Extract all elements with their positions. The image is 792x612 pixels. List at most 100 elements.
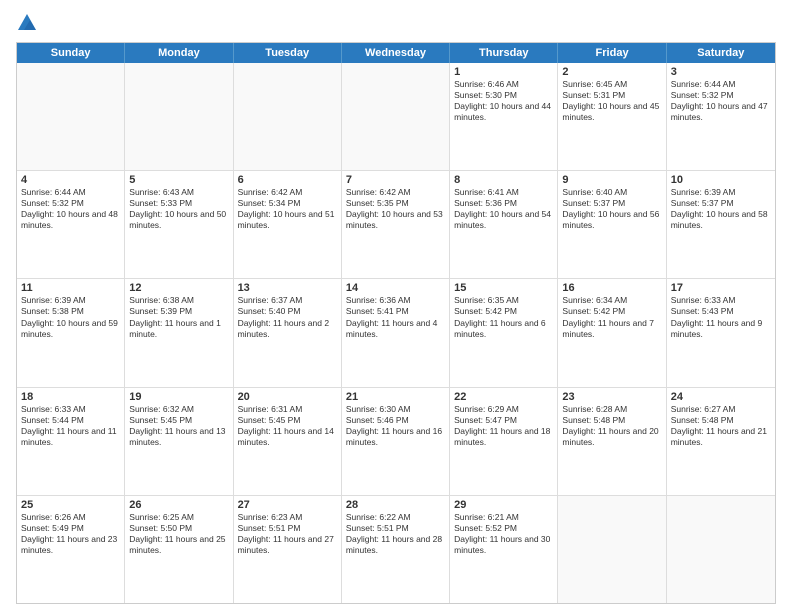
day-number: 15	[454, 282, 553, 294]
cell-sunrise-sunset: Sunrise: 6:39 AMSunset: 5:37 PMDaylight:…	[671, 187, 771, 231]
cal-cell-day-28: 28Sunrise: 6:22 AMSunset: 5:51 PMDayligh…	[342, 496, 450, 603]
weekday-header-monday: Monday	[125, 43, 233, 63]
cal-cell-day-7: 7Sunrise: 6:42 AMSunset: 5:35 PMDaylight…	[342, 171, 450, 278]
cal-cell-day-19: 19Sunrise: 6:32 AMSunset: 5:45 PMDayligh…	[125, 388, 233, 495]
day-number: 23	[562, 391, 661, 403]
day-number: 4	[21, 174, 120, 186]
cal-cell-day-10: 10Sunrise: 6:39 AMSunset: 5:37 PMDayligh…	[667, 171, 775, 278]
day-number: 14	[346, 282, 445, 294]
cell-sunrise-sunset: Sunrise: 6:21 AMSunset: 5:52 PMDaylight:…	[454, 512, 553, 556]
cal-cell-day-25: 25Sunrise: 6:26 AMSunset: 5:49 PMDayligh…	[17, 496, 125, 603]
cal-cell-day-6: 6Sunrise: 6:42 AMSunset: 5:34 PMDaylight…	[234, 171, 342, 278]
cal-cell-day-27: 27Sunrise: 6:23 AMSunset: 5:51 PMDayligh…	[234, 496, 342, 603]
calendar-week-4: 18Sunrise: 6:33 AMSunset: 5:44 PMDayligh…	[17, 387, 775, 495]
cal-cell-day-20: 20Sunrise: 6:31 AMSunset: 5:45 PMDayligh…	[234, 388, 342, 495]
day-number: 25	[21, 499, 120, 511]
cal-cell-day-23: 23Sunrise: 6:28 AMSunset: 5:48 PMDayligh…	[558, 388, 666, 495]
calendar-week-5: 25Sunrise: 6:26 AMSunset: 5:49 PMDayligh…	[17, 495, 775, 603]
cell-sunrise-sunset: Sunrise: 6:31 AMSunset: 5:45 PMDaylight:…	[238, 404, 337, 448]
day-number: 22	[454, 391, 553, 403]
cell-sunrise-sunset: Sunrise: 6:28 AMSunset: 5:48 PMDaylight:…	[562, 404, 661, 448]
calendar-header: SundayMondayTuesdayWednesdayThursdayFrid…	[17, 43, 775, 63]
cell-sunrise-sunset: Sunrise: 6:44 AMSunset: 5:32 PMDaylight:…	[671, 79, 771, 123]
cal-cell-day-13: 13Sunrise: 6:37 AMSunset: 5:40 PMDayligh…	[234, 279, 342, 386]
cell-sunrise-sunset: Sunrise: 6:40 AMSunset: 5:37 PMDaylight:…	[562, 187, 661, 231]
cell-sunrise-sunset: Sunrise: 6:29 AMSunset: 5:47 PMDaylight:…	[454, 404, 553, 448]
day-number: 8	[454, 174, 553, 186]
day-number: 26	[129, 499, 228, 511]
cal-cell-day-4: 4Sunrise: 6:44 AMSunset: 5:32 PMDaylight…	[17, 171, 125, 278]
cell-sunrise-sunset: Sunrise: 6:22 AMSunset: 5:51 PMDaylight:…	[346, 512, 445, 556]
weekday-header-friday: Friday	[558, 43, 666, 63]
day-number: 5	[129, 174, 228, 186]
cal-cell-day-11: 11Sunrise: 6:39 AMSunset: 5:38 PMDayligh…	[17, 279, 125, 386]
cell-sunrise-sunset: Sunrise: 6:36 AMSunset: 5:41 PMDaylight:…	[346, 295, 445, 339]
cal-cell-day-24: 24Sunrise: 6:27 AMSunset: 5:48 PMDayligh…	[667, 388, 775, 495]
day-number: 28	[346, 499, 445, 511]
cell-sunrise-sunset: Sunrise: 6:37 AMSunset: 5:40 PMDaylight:…	[238, 295, 337, 339]
cal-cell-day-26: 26Sunrise: 6:25 AMSunset: 5:50 PMDayligh…	[125, 496, 233, 603]
cell-sunrise-sunset: Sunrise: 6:35 AMSunset: 5:42 PMDaylight:…	[454, 295, 553, 339]
weekday-header-tuesday: Tuesday	[234, 43, 342, 63]
cal-cell-day-12: 12Sunrise: 6:38 AMSunset: 5:39 PMDayligh…	[125, 279, 233, 386]
cell-sunrise-sunset: Sunrise: 6:27 AMSunset: 5:48 PMDaylight:…	[671, 404, 771, 448]
page: SundayMondayTuesdayWednesdayThursdayFrid…	[0, 0, 792, 612]
calendar-week-2: 4Sunrise: 6:44 AMSunset: 5:32 PMDaylight…	[17, 170, 775, 278]
day-number: 6	[238, 174, 337, 186]
logo	[16, 12, 42, 34]
cell-sunrise-sunset: Sunrise: 6:38 AMSunset: 5:39 PMDaylight:…	[129, 295, 228, 339]
day-number: 9	[562, 174, 661, 186]
day-number: 18	[21, 391, 120, 403]
cal-cell-empty	[342, 63, 450, 170]
day-number: 17	[671, 282, 771, 294]
day-number: 12	[129, 282, 228, 294]
cell-sunrise-sunset: Sunrise: 6:39 AMSunset: 5:38 PMDaylight:…	[21, 295, 120, 339]
cell-sunrise-sunset: Sunrise: 6:45 AMSunset: 5:31 PMDaylight:…	[562, 79, 661, 123]
day-number: 27	[238, 499, 337, 511]
cal-cell-empty	[667, 496, 775, 603]
cell-sunrise-sunset: Sunrise: 6:41 AMSunset: 5:36 PMDaylight:…	[454, 187, 553, 231]
cal-cell-empty	[17, 63, 125, 170]
cell-sunrise-sunset: Sunrise: 6:32 AMSunset: 5:45 PMDaylight:…	[129, 404, 228, 448]
cal-cell-empty	[234, 63, 342, 170]
cell-sunrise-sunset: Sunrise: 6:23 AMSunset: 5:51 PMDaylight:…	[238, 512, 337, 556]
cell-sunrise-sunset: Sunrise: 6:42 AMSunset: 5:35 PMDaylight:…	[346, 187, 445, 231]
day-number: 3	[671, 66, 771, 78]
cal-cell-day-1: 1Sunrise: 6:46 AMSunset: 5:30 PMDaylight…	[450, 63, 558, 170]
weekday-header-saturday: Saturday	[667, 43, 775, 63]
calendar-body: 1Sunrise: 6:46 AMSunset: 5:30 PMDaylight…	[17, 63, 775, 603]
cal-cell-day-14: 14Sunrise: 6:36 AMSunset: 5:41 PMDayligh…	[342, 279, 450, 386]
cell-sunrise-sunset: Sunrise: 6:33 AMSunset: 5:43 PMDaylight:…	[671, 295, 771, 339]
cal-cell-day-15: 15Sunrise: 6:35 AMSunset: 5:42 PMDayligh…	[450, 279, 558, 386]
day-number: 19	[129, 391, 228, 403]
day-number: 24	[671, 391, 771, 403]
day-number: 1	[454, 66, 553, 78]
calendar-week-1: 1Sunrise: 6:46 AMSunset: 5:30 PMDaylight…	[17, 63, 775, 170]
day-number: 7	[346, 174, 445, 186]
calendar: SundayMondayTuesdayWednesdayThursdayFrid…	[16, 42, 776, 604]
day-number: 20	[238, 391, 337, 403]
weekday-header-thursday: Thursday	[450, 43, 558, 63]
weekday-header-wednesday: Wednesday	[342, 43, 450, 63]
weekday-header-sunday: Sunday	[17, 43, 125, 63]
day-number: 10	[671, 174, 771, 186]
cell-sunrise-sunset: Sunrise: 6:43 AMSunset: 5:33 PMDaylight:…	[129, 187, 228, 231]
cal-cell-day-5: 5Sunrise: 6:43 AMSunset: 5:33 PMDaylight…	[125, 171, 233, 278]
cell-sunrise-sunset: Sunrise: 6:42 AMSunset: 5:34 PMDaylight:…	[238, 187, 337, 231]
logo-icon	[16, 12, 38, 34]
cell-sunrise-sunset: Sunrise: 6:33 AMSunset: 5:44 PMDaylight:…	[21, 404, 120, 448]
cal-cell-day-29: 29Sunrise: 6:21 AMSunset: 5:52 PMDayligh…	[450, 496, 558, 603]
cell-sunrise-sunset: Sunrise: 6:25 AMSunset: 5:50 PMDaylight:…	[129, 512, 228, 556]
day-number: 16	[562, 282, 661, 294]
cell-sunrise-sunset: Sunrise: 6:44 AMSunset: 5:32 PMDaylight:…	[21, 187, 120, 231]
day-number: 13	[238, 282, 337, 294]
cal-cell-day-21: 21Sunrise: 6:30 AMSunset: 5:46 PMDayligh…	[342, 388, 450, 495]
cal-cell-empty	[558, 496, 666, 603]
day-number: 21	[346, 391, 445, 403]
cal-cell-day-22: 22Sunrise: 6:29 AMSunset: 5:47 PMDayligh…	[450, 388, 558, 495]
cell-sunrise-sunset: Sunrise: 6:34 AMSunset: 5:42 PMDaylight:…	[562, 295, 661, 339]
cal-cell-day-8: 8Sunrise: 6:41 AMSunset: 5:36 PMDaylight…	[450, 171, 558, 278]
cal-cell-day-16: 16Sunrise: 6:34 AMSunset: 5:42 PMDayligh…	[558, 279, 666, 386]
cell-sunrise-sunset: Sunrise: 6:30 AMSunset: 5:46 PMDaylight:…	[346, 404, 445, 448]
day-number: 2	[562, 66, 661, 78]
